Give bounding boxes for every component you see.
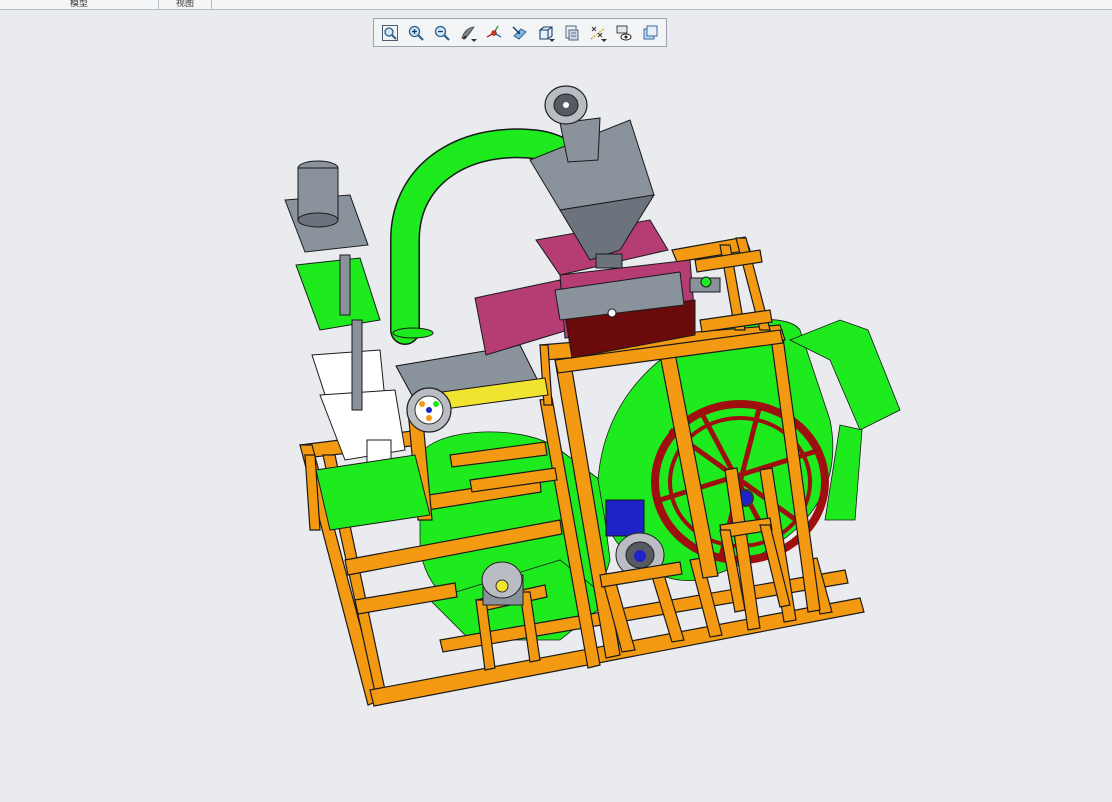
- ribbon-tab-bar: 模型 视图: [0, 0, 1112, 10]
- tab-model[interactable]: 模型: [0, 0, 159, 9]
- model-viewport[interactable]: [0, 10, 1112, 802]
- left-bearing-pulley: [481, 561, 524, 606]
- tab-view[interactable]: 视图: [159, 0, 212, 9]
- belt-conveyor: [395, 344, 549, 433]
- top-pulley: [544, 85, 588, 125]
